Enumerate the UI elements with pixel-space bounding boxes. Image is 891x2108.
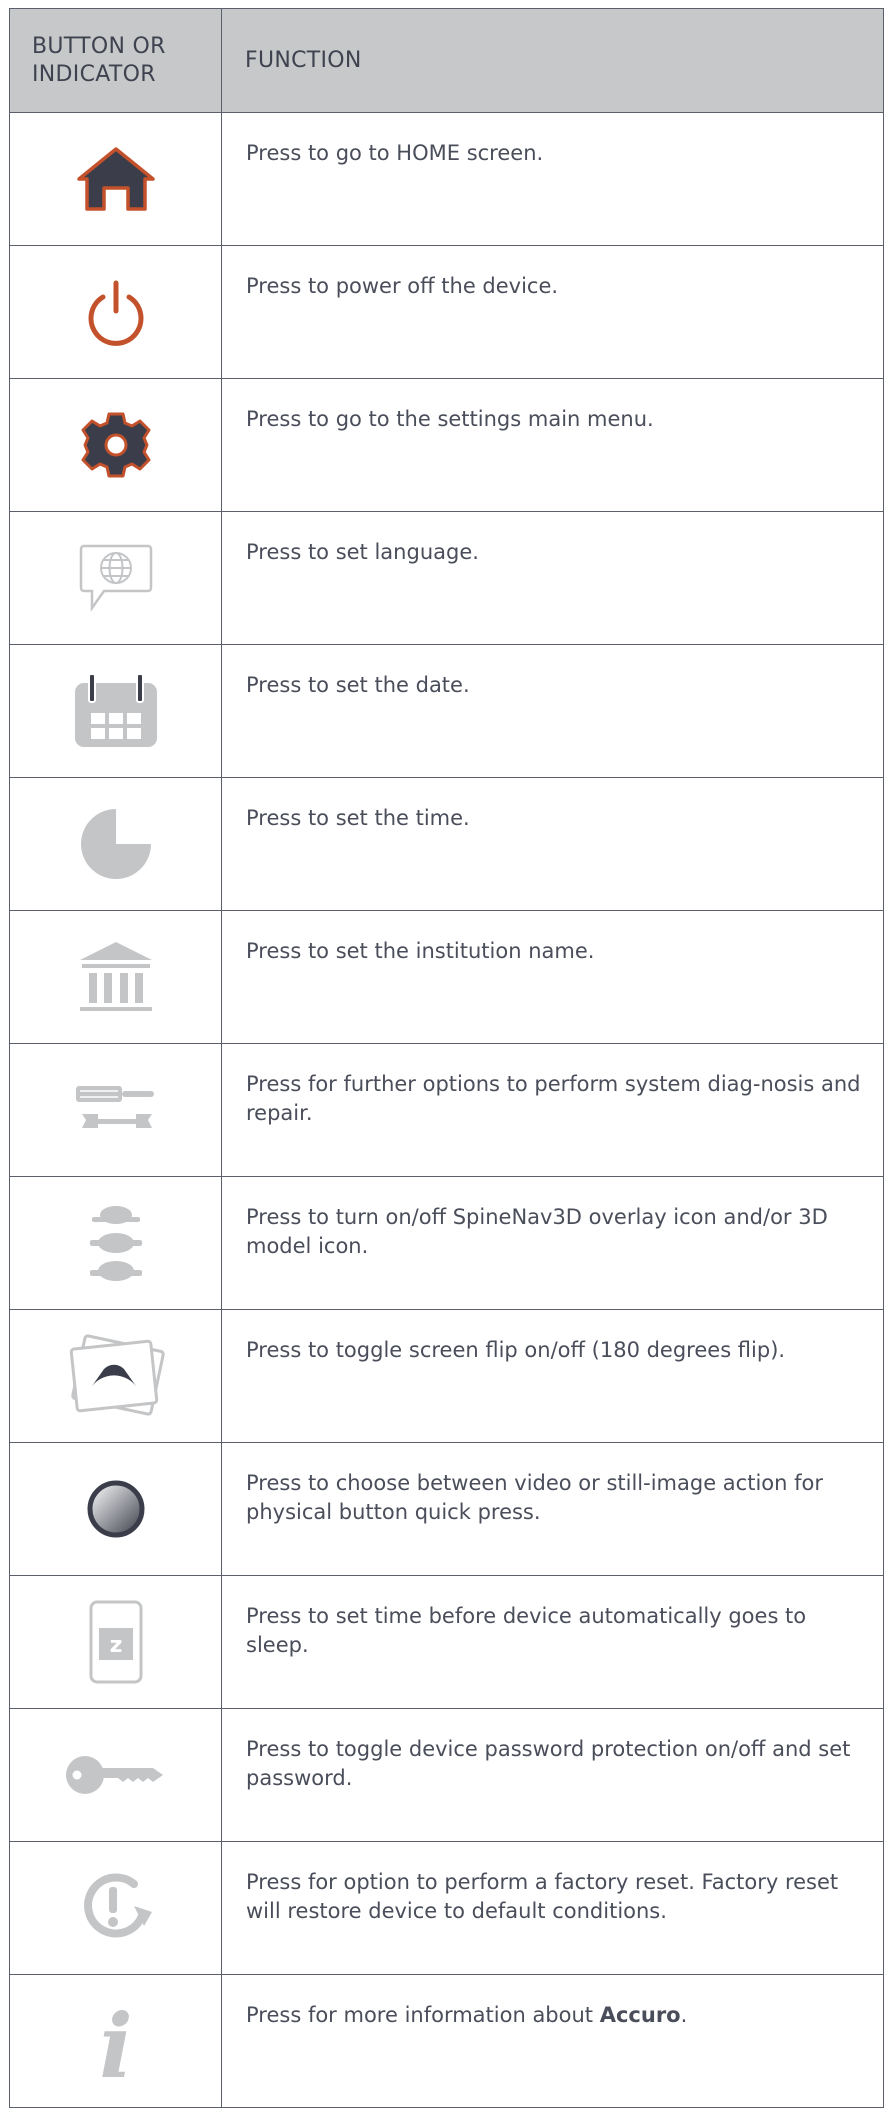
table-row: Press to toggle device password protecti… (9, 1708, 884, 1842)
clock-pie-icon (80, 809, 151, 879)
row-description: Press to go to the settings main menu. (221, 378, 884, 512)
table-row: Press for option to perform a factory re… (9, 1841, 884, 1975)
product-name: Accuro (599, 2003, 681, 2027)
home-icon (76, 147, 155, 211)
row-description: Press to set the institution name. (221, 910, 884, 1044)
row-description: Press for option to perform a factory re… (221, 1841, 884, 1975)
info-icon: i (99, 1999, 132, 2083)
gear-icon (81, 412, 150, 478)
row-description: Press to power off the device. (221, 245, 884, 379)
row-description: Press for more information about Accuro. (221, 1974, 884, 2108)
table-row: Press to power off the device. (9, 245, 884, 379)
factory-reset-icon (83, 1873, 152, 1938)
table-row: Press to choose between video or still-i… (9, 1442, 884, 1576)
table-row: Press to toggle screen flip on/off (180 … (9, 1309, 884, 1443)
language-globe-icon (79, 544, 152, 612)
sleep-icon: z (89, 1600, 142, 1684)
key-icon (65, 1756, 163, 1794)
record-button-icon (87, 1480, 144, 1538)
row-description: Press to choose between video or still-i… (221, 1442, 884, 1576)
power-icon (88, 280, 143, 346)
header-function: FUNCTION (221, 8, 884, 113)
row-description: Press to set language. (221, 511, 884, 645)
table-row: z Press to set time before device automa… (9, 1575, 884, 1709)
table-row: Press to go to HOME screen. (9, 112, 884, 246)
table-row: Press to go to the settings main menu. (9, 378, 884, 512)
table-row: Press to set the institution name. (9, 910, 884, 1044)
row-description: Press to go to HOME screen. (221, 112, 884, 246)
table-row: i Press for more information about Accur… (9, 1974, 884, 2108)
row-description: Press to turn on/off SpineNav3D overlay … (221, 1176, 884, 1310)
calendar-icon (74, 673, 157, 747)
spine-icon (89, 1206, 142, 1281)
row-description: Press for further options to perform sys… (221, 1043, 884, 1177)
header-button-or-indicator: BUTTON OR INDICATOR (9, 8, 222, 113)
table-row: Press for further options to perform sys… (9, 1043, 884, 1177)
row-description: Press to set time before device automati… (221, 1575, 884, 1709)
function-table: BUTTON OR INDICATOR FUNCTION Press to go… (9, 8, 884, 2108)
tools-icon (75, 1086, 154, 1128)
institution-icon (79, 942, 152, 1011)
svg-text:i: i (99, 1999, 132, 2083)
row-description: Press to set the date. (221, 644, 884, 778)
table-row: Press to set the date. (9, 644, 884, 778)
table-header-row: BUTTON OR INDICATOR FUNCTION (9, 8, 884, 113)
svg-text:z: z (109, 1633, 122, 1658)
table-row: Press to set language. (9, 511, 884, 645)
row-description: Press to set the time. (221, 777, 884, 911)
table-row: Press to set the time. (9, 777, 884, 911)
row-description: Press to toggle device password protecti… (221, 1708, 884, 1842)
row-description: Press to toggle screen flip on/off (180 … (221, 1309, 884, 1443)
table-row: Press to turn on/off SpineNav3D overlay … (9, 1176, 884, 1310)
screen-flip-icon (69, 1334, 165, 1416)
